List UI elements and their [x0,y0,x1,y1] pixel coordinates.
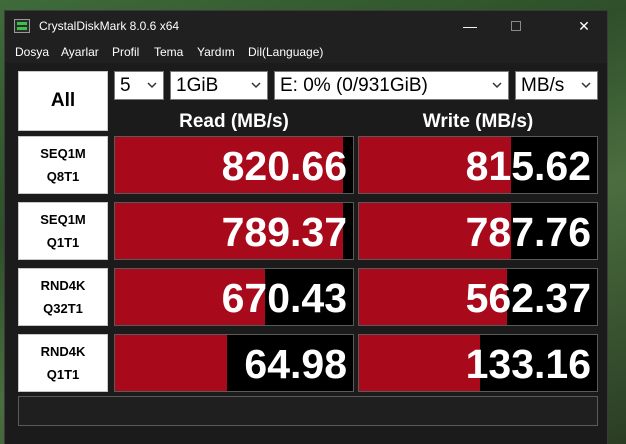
read-result-seq1m-q1t1: 789.37 [114,202,354,260]
menu-ayarlar[interactable]: Ayarlar [61,45,99,59]
menu-tema[interactable]: Tema [154,45,183,59]
menu-bar: Dosya Ayarlar Profil Tema Yardım Dil(Lan… [5,41,607,63]
unit-value: MB/s [521,75,565,96]
read-result-rnd4k-q1t1: 64.98 [114,334,354,392]
title-bar[interactable]: CrystalDiskMark 8.0.6 x64 — ✕ [5,11,607,41]
menu-dil-language[interactable]: Dil(Language) [248,45,323,59]
drive-select[interactable]: E: 0% (0/931GiB) [274,71,509,100]
test-name: SEQ1M [40,146,86,161]
test-button-rnd4k-q1t1[interactable]: RND4K Q1T1 [18,334,108,392]
chevron-down-icon [251,82,261,89]
write-bar [359,335,481,391]
test-params: Q1T1 [46,367,80,382]
read-result-rnd4k-q32t1: 670.43 [114,268,354,326]
menu-profil[interactable]: Profil [112,45,139,59]
write-result-rnd4k-q1t1: 133.16 [358,334,598,392]
test-button-rnd4k-q32t1[interactable]: RND4K Q32T1 [18,268,108,326]
test-button-seq1m-q1t1[interactable]: SEQ1M Q1T1 [18,202,108,260]
maximize-icon [511,21,521,31]
chevron-down-icon [581,82,591,89]
write-value: 133.16 [465,341,591,387]
app-window: CrystalDiskMark 8.0.6 x64 — ✕ Dosya Ayar… [4,10,608,444]
test-name: RND4K [40,278,86,293]
write-value: 562.37 [465,275,591,321]
write-column-header: Write (MB/s) [422,111,534,132]
unit-select[interactable]: MB/s [515,71,598,100]
test-count-select[interactable]: 5 [114,71,164,100]
benchmark-panel: All 5 1GiB E: 0% (0/931GiB) MB/s Read (M… [5,63,607,444]
write-result-seq1m-q8t1: 815.62 [358,136,598,194]
run-all-button[interactable]: All [18,71,108,131]
test-count-value: 5 [120,75,131,96]
read-bar [115,335,227,391]
window-title: CrystalDiskMark 8.0.6 x64 [39,19,180,33]
read-result-seq1m-q8t1: 820.66 [114,136,354,194]
test-size-value: 1GiB [176,75,219,96]
test-button-seq1m-q8t1[interactable]: SEQ1M Q8T1 [18,136,108,194]
drive-value: E: 0% (0/931GiB) [280,75,428,96]
close-button[interactable]: ✕ [561,11,607,41]
read-value: 820.66 [221,143,347,189]
read-column-header: Read (MB/s) [179,111,289,132]
test-name: RND4K [40,344,86,359]
maximize-button[interactable] [493,11,539,41]
app-icon [14,19,30,33]
chevron-down-icon [492,82,502,89]
menu-dosya[interactable]: Dosya [15,45,49,59]
test-size-select[interactable]: 1GiB [170,71,268,100]
menu-yardim[interactable]: Yardım [197,45,235,59]
test-params: Q32T1 [43,301,83,316]
write-value: 815.62 [465,143,591,189]
read-value: 64.98 [244,341,347,387]
minimize-button[interactable]: — [447,11,493,41]
write-result-rnd4k-q32t1: 562.37 [358,268,598,326]
test-params: Q8T1 [46,169,80,184]
read-value: 789.37 [221,209,347,255]
read-value: 670.43 [221,275,347,321]
chevron-down-icon [147,82,157,89]
minimize-icon: — [463,18,477,34]
comment-field[interactable] [18,396,598,426]
test-name: SEQ1M [40,212,86,227]
write-value: 787.76 [465,209,591,255]
write-result-seq1m-q1t1: 787.76 [358,202,598,260]
close-icon: ✕ [578,17,590,34]
test-params: Q1T1 [46,235,80,250]
